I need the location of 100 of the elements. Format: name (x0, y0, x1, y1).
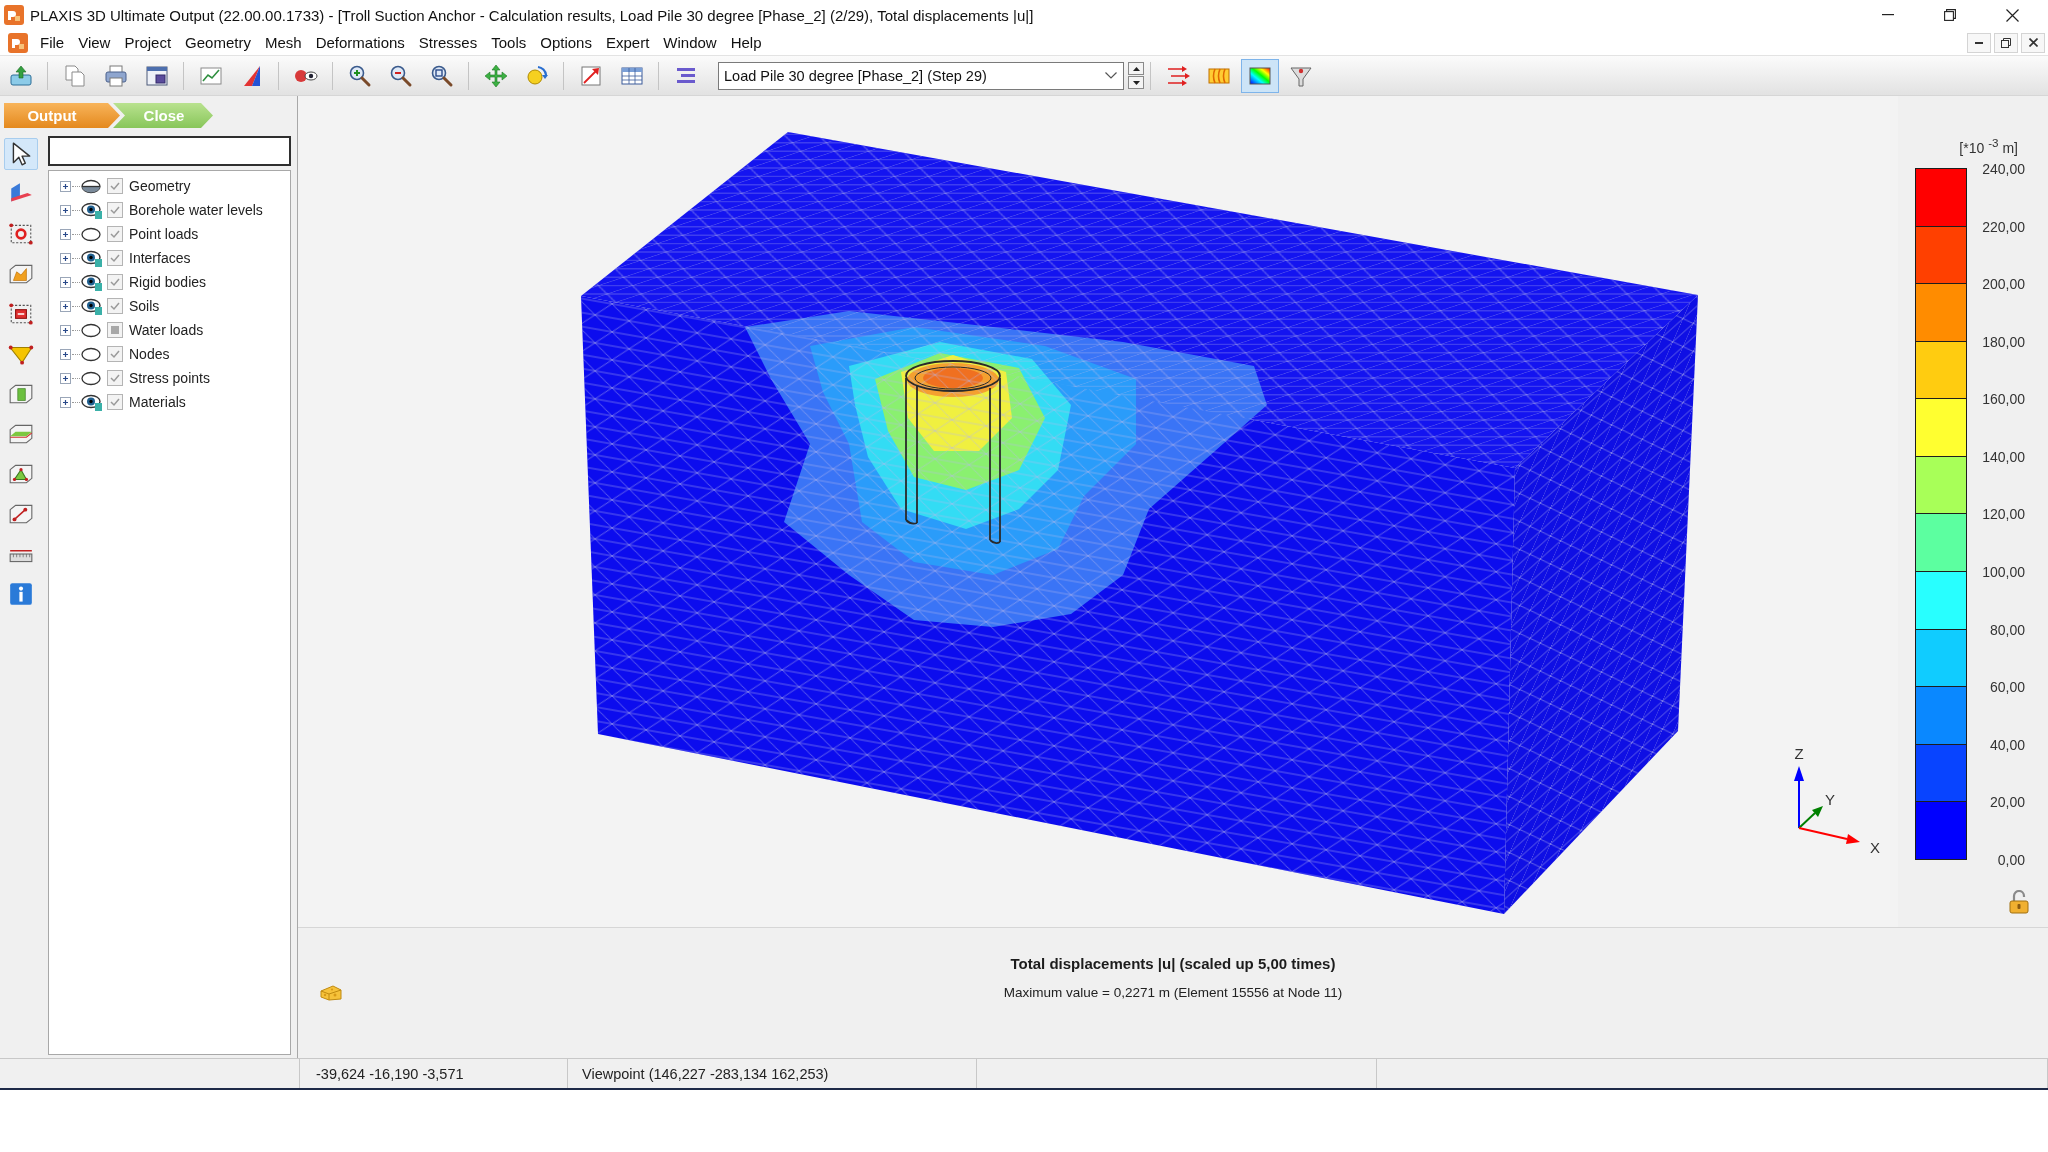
tray-arrow-icon (8, 63, 33, 88)
expand-icon[interactable] (60, 252, 71, 264)
zoom-box-icon (429, 63, 454, 88)
step-dropdown[interactable]: Load Pile 30 degree [Phase_2] (Step 29) (718, 61, 1124, 90)
document-close-button[interactable] (2021, 32, 2045, 53)
expand-icon[interactable] (60, 228, 71, 240)
menu-item[interactable]: File (33, 30, 72, 55)
scale-value: 0,00 (1997, 850, 2025, 869)
menu-item[interactable]: Project (117, 30, 179, 55)
expand-icon[interactable] (60, 396, 71, 408)
menu-item[interactable]: Expert (598, 30, 657, 55)
circle-frame-icon (8, 221, 34, 247)
document-minimize-button[interactable] (1967, 32, 1991, 53)
menu-item[interactable]: View (71, 30, 118, 55)
checkbox[interactable] (107, 370, 123, 386)
checkbox[interactable] (107, 346, 123, 362)
step-up-button[interactable] (1128, 62, 1144, 75)
copy-icon (62, 63, 87, 88)
expand-icon[interactable] (60, 324, 71, 336)
menu-item[interactable]: Options (533, 30, 599, 55)
cheese-icon (320, 985, 342, 1001)
zoom-in-icon (347, 63, 372, 88)
legend-unit: [*10 $^{-3}$ m] (1959, 136, 2018, 156)
eye-icon[interactable] (81, 201, 103, 219)
result-title: Total displacements |u| (scaled up 5,00 times) (1010, 954, 1336, 974)
toolbar-button[interactable] (1240, 58, 1279, 93)
scale-value: 200,00 (1982, 275, 2025, 294)
restore-icon (1944, 9, 1956, 21)
expand-icon[interactable] (60, 204, 71, 216)
checkbox[interactable] (107, 226, 123, 242)
ellipse-icon[interactable] (81, 369, 103, 387)
tree-item[interactable]: Borehole water levels (129, 202, 263, 218)
scale-value: 240,00 (1982, 160, 2025, 178)
tree-item[interactable]: Interfaces (129, 250, 191, 266)
minimize-icon (1975, 41, 1983, 44)
tree-item[interactable]: Geometry (129, 178, 191, 194)
scale-value: 140,00 (1982, 447, 2025, 466)
printer-icon (103, 63, 128, 88)
info-icon (8, 581, 34, 607)
menu-item[interactable]: Deformations (308, 30, 412, 55)
step-down-button[interactable] (1128, 76, 1144, 89)
scale-value: 220,00 (1982, 217, 2025, 236)
zoom-out-icon (388, 63, 413, 88)
checkbox[interactable] (107, 298, 123, 314)
expand-icon[interactable] (60, 348, 71, 360)
ellipse-icon[interactable] (81, 321, 103, 339)
menu-item[interactable]: Window (656, 30, 724, 55)
tree-item[interactable]: Nodes (129, 346, 170, 362)
viewpoint-text: Viewpoint (146,227 -283,134 162,253) (582, 1065, 829, 1082)
checkbox[interactable] (107, 250, 123, 266)
menu-item[interactable]: Geometry (178, 30, 258, 55)
scale-value: 60,00 (1989, 678, 2025, 697)
tool-button[interactable] (4, 138, 38, 170)
menu-item[interactable]: Help (723, 30, 769, 55)
arrows-icon (1165, 63, 1190, 88)
scale-value: 180,00 (1982, 332, 2025, 351)
axis-label: X (1870, 839, 1880, 856)
app-icon (4, 5, 24, 25)
tree-item[interactable]: Materials (129, 394, 186, 410)
tree-item[interactable]: Point loads (129, 226, 199, 242)
maximum-value-text: Maximum value = 0,2271 m (Element 15556 at Node 11) (1003, 984, 1343, 1002)
menu-item[interactable]: Tools (484, 30, 534, 55)
lock-icon[interactable] (2008, 890, 2030, 914)
menu-item[interactable]: Stresses (411, 30, 485, 55)
scale-value: 120,00 (1982, 505, 2025, 524)
scale-value: 160,00 (1982, 390, 2025, 409)
document-restore-button[interactable] (1994, 32, 2018, 53)
tree-item[interactable]: Rigid bodies (129, 274, 207, 290)
ellipse-icon[interactable] (81, 225, 103, 243)
eye-icon[interactable] (81, 273, 103, 291)
eye-icon[interactable] (81, 393, 103, 411)
search-field[interactable] (48, 136, 291, 166)
tree-item[interactable]: Soils (129, 298, 160, 314)
checkbox[interactable] (107, 394, 123, 410)
caret-up-icon (1132, 66, 1140, 71)
checkbox[interactable] (107, 274, 123, 290)
checkbox[interactable] (107, 178, 123, 194)
expand-icon[interactable] (60, 372, 71, 384)
tree-item[interactable]: Water loads (129, 322, 204, 338)
eye-icon[interactable] (81, 249, 103, 267)
caret-down-icon (1132, 80, 1140, 85)
window-title: PLAXIS 3D Ultimate Output (22.00.00.1733) - [Troll Suction Anchor - Calculation results, Load Pile 30 degree [Phase_2] (2/29), Total displacements |u|] (30, 6, 1034, 24)
tree-item[interactable]: Stress points (129, 370, 210, 386)
ellipse-icon[interactable] (81, 345, 103, 363)
close-icon (2028, 38, 2038, 47)
checkbox[interactable] (107, 202, 123, 218)
restore-icon (2001, 37, 2011, 48)
expand-icon[interactable] (60, 300, 71, 312)
menu-item[interactable]: Mesh (257, 30, 309, 55)
eye-icon[interactable] (81, 297, 103, 315)
expand-icon[interactable] (60, 180, 71, 192)
scale-value: 80,00 (1989, 620, 2025, 639)
half-eye-icon[interactable] (81, 177, 103, 195)
chevron-down-icon (1105, 72, 1117, 79)
cursor-coordinates: -39,624 -16,190 -3,571 (316, 1065, 464, 1082)
checkbox[interactable] (107, 322, 123, 338)
scale-value: 40,00 (1989, 735, 2025, 754)
axis-label: Y (1825, 791, 1835, 808)
expand-icon[interactable] (60, 276, 71, 288)
window-icon (144, 63, 169, 88)
